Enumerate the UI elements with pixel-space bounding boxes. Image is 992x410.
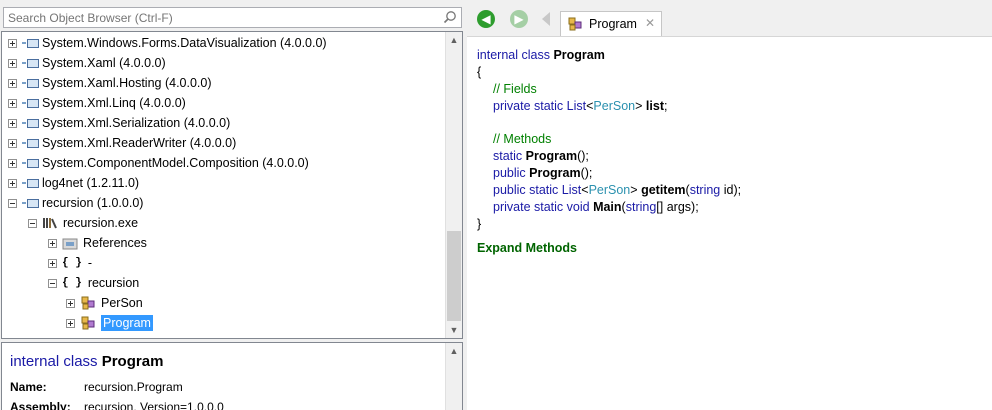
code-line: public Program(); (493, 166, 593, 180)
expand-icon[interactable] (66, 318, 75, 328)
object-browser-pane: System.Windows.Forms.DataVisualization (… (0, 0, 466, 410)
assembly-icon (22, 98, 39, 108)
tree-item[interactable]: System.Xml.Serialization (4.0.0.0) (8, 113, 230, 133)
expand-icon[interactable] (48, 258, 57, 268)
tree-item[interactable]: System.Windows.Forms.DataVisualization (… (8, 33, 327, 53)
tree-item-class[interactable]: PerSon (66, 293, 143, 313)
code-line: private static List<PerSon> list; (493, 99, 668, 113)
code-line: // Fields (493, 82, 537, 96)
assembly-icon (22, 198, 39, 208)
class-icon (568, 17, 582, 31)
code-line: internal class Program (477, 48, 605, 62)
assembly-icon (22, 38, 39, 48)
class-icon (81, 296, 95, 310)
namespace-icon: { } (62, 257, 82, 269)
assembly-icon (22, 138, 39, 148)
tree-item-class-selected[interactable]: Program (66, 313, 153, 333)
assembly-icon (22, 78, 39, 88)
tree-item-namespace[interactable]: { } recursion (48, 273, 139, 293)
namespace-icon: { } (62, 277, 82, 289)
tree-item[interactable]: System.ComponentModel.Composition (4.0.0… (8, 153, 309, 173)
tree-item[interactable]: System.Xml.ReaderWriter (4.0.0.0) (8, 133, 236, 153)
back-arrow-icon: ◀ (481, 12, 491, 26)
collapse-icon[interactable] (28, 218, 37, 228)
collapse-icon[interactable] (8, 198, 17, 208)
assembly-icon (22, 158, 39, 168)
search-icon[interactable] (443, 10, 457, 24)
assembly-icon (22, 118, 39, 128)
close-icon[interactable]: ✕ (645, 16, 655, 30)
scroll-down-icon[interactable]: ▼ (446, 322, 462, 338)
object-tree[interactable]: System.Windows.Forms.DataVisualization (… (1, 31, 463, 339)
tree-item-references[interactable]: References (48, 233, 147, 253)
expand-icon[interactable] (8, 78, 17, 88)
folder-icon (62, 238, 78, 250)
detail-name-value: recursion.Program (84, 380, 183, 394)
expand-icon[interactable] (66, 298, 75, 308)
expand-icon[interactable] (8, 178, 17, 188)
collapse-icon[interactable] (48, 278, 57, 288)
tree-item[interactable]: System.Xml.Linq (4.0.0.0) (8, 93, 186, 113)
expand-icon[interactable] (8, 118, 17, 128)
scroll-up-icon[interactable]: ▲ (446, 343, 462, 359)
tree-item[interactable]: recursion (1.0.0.0) (8, 193, 143, 213)
back-button[interactable]: ◀ (477, 10, 495, 28)
code-line: public static List<PerSon> getitem(strin… (493, 183, 742, 197)
tab-label: Program (589, 17, 637, 31)
assembly-icon (22, 178, 39, 188)
code-view-pane: ◀ ▶ Program ✕ internal class Program { /… (467, 0, 992, 410)
search-input[interactable] (4, 8, 428, 27)
expand-icon[interactable] (8, 58, 17, 68)
expand-icon[interactable] (8, 38, 17, 48)
search-box[interactable] (3, 7, 462, 28)
expand-icon[interactable] (8, 98, 17, 108)
expand-icon[interactable] (8, 138, 17, 148)
history-arrow-icon[interactable] (542, 12, 550, 26)
detail-name-label: Name: (10, 380, 47, 394)
forward-button[interactable]: ▶ (510, 10, 528, 28)
scroll-up-icon[interactable]: ▲ (446, 32, 462, 48)
code-line: { (477, 65, 482, 79)
expand-icon[interactable] (48, 238, 57, 248)
forward-arrow-icon: ▶ (514, 12, 524, 26)
tab-program[interactable]: Program ✕ (560, 11, 662, 36)
tree-item-module[interactable]: recursion.exe (28, 213, 138, 233)
expand-icon[interactable] (8, 158, 17, 168)
detail-scrollbar[interactable]: ▲ (445, 343, 462, 410)
code-line: private static void Main(string[] args); (493, 200, 699, 214)
detail-pane: internal class Program Name: recursion.P… (1, 342, 463, 410)
tree-scrollbar[interactable]: ▲ ▼ (445, 32, 462, 338)
module-icon (43, 218, 57, 229)
expand-methods-link[interactable]: Expand Methods (477, 240, 577, 257)
detail-title: internal class Program (10, 353, 164, 370)
class-icon (81, 316, 95, 330)
code-line: // Methods (493, 132, 552, 146)
code-line: } (477, 217, 482, 231)
navigation-toolbar: ◀ ▶ Program ✕ (467, 0, 992, 37)
tree-item[interactable]: log4net (1.2.11.0) (8, 173, 139, 193)
tree-item-namespace[interactable]: { } - (48, 253, 92, 273)
code-line: static Program(); (493, 149, 589, 163)
scrollbar-thumb[interactable] (447, 231, 461, 321)
detail-assembly-value: recursion, Version=1.0.0.0 (84, 400, 224, 410)
assembly-icon (22, 58, 39, 68)
tree-item[interactable]: System.Xaml.Hosting (4.0.0.0) (8, 73, 212, 93)
detail-assembly-label: Assembly: (10, 400, 71, 410)
tree-item[interactable]: System.Xaml (4.0.0.0) (8, 53, 166, 73)
